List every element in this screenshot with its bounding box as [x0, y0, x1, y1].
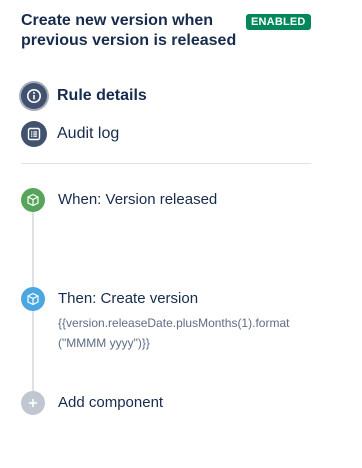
nav-label-audit-log: Audit log [57, 125, 120, 142]
divider [21, 163, 311, 164]
rule-title: Create new version when previous version… [21, 12, 237, 49]
nav-item-audit-log[interactable]: Audit log [21, 121, 119, 147]
action-detail: {{version.releaseDate.plusMonths(1).form… [58, 316, 290, 350]
trigger-component[interactable]: When: Version released [21, 188, 217, 212]
trigger-label: When: Version released [58, 191, 218, 208]
nav-label-rule-details: Rule details [57, 87, 147, 104]
nav-item-rule-details[interactable]: Rule details [21, 83, 147, 109]
info-icon [21, 83, 47, 109]
action-cube-icon [21, 287, 45, 311]
status-badge: ENABLED [246, 14, 311, 30]
action-component[interactable]: Then: Create version {{version.releaseDa… [21, 287, 298, 353]
action-label: Then: Create version [58, 290, 199, 307]
trigger-cube-icon [21, 188, 45, 212]
automation-rule-panel: Create new version when previous version… [0, 0, 362, 468]
audit-log-icon [21, 121, 47, 147]
rule-header: Create new version when previous version… [21, 10, 321, 54]
add-component-button[interactable]: Add component [21, 391, 163, 415]
add-component-label: Add component [58, 394, 164, 411]
plus-icon [21, 391, 45, 415]
